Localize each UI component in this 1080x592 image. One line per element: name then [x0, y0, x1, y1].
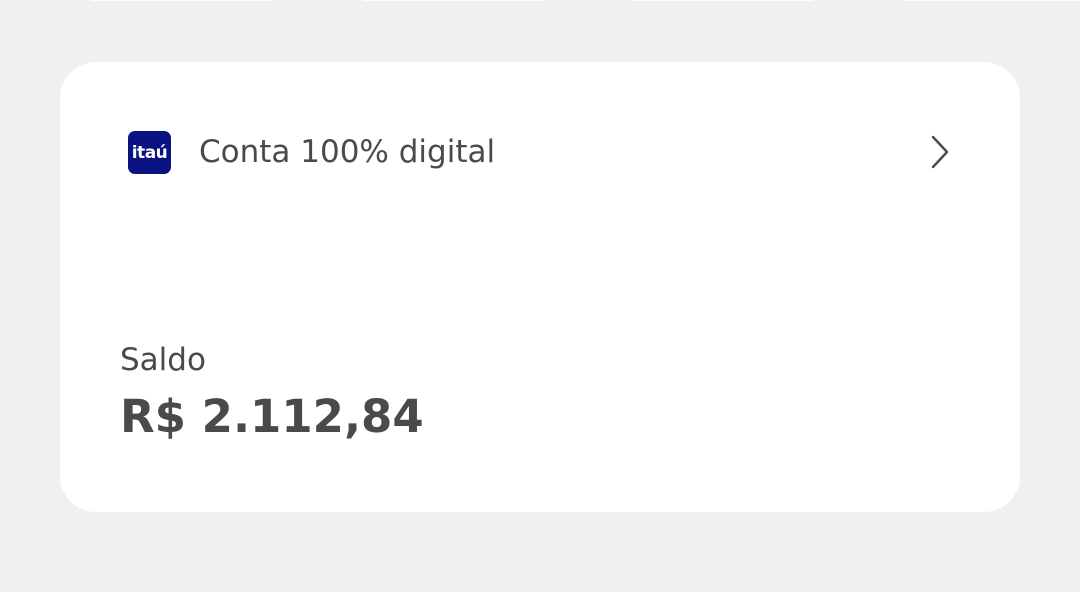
top-chip[interactable]: [888, 0, 1080, 1]
account-row[interactable]: itaú Conta 100% digital: [128, 130, 952, 174]
chevron-right-icon[interactable]: [928, 134, 952, 170]
top-chip[interactable]: [620, 0, 826, 1]
bank-logo-text: itaú: [131, 142, 168, 163]
account-name: Conta 100% digital: [199, 134, 496, 170]
bank-logo: itaú: [128, 130, 171, 174]
top-chip[interactable]: [350, 0, 556, 1]
top-chip[interactable]: [78, 0, 288, 1]
balance-label: Saldo: [120, 342, 206, 378]
account-card[interactable]: itaú Conta 100% digital Saldo R$ 2.112,8…: [60, 62, 1020, 512]
balance-value: R$ 2.112,84: [120, 390, 424, 443]
